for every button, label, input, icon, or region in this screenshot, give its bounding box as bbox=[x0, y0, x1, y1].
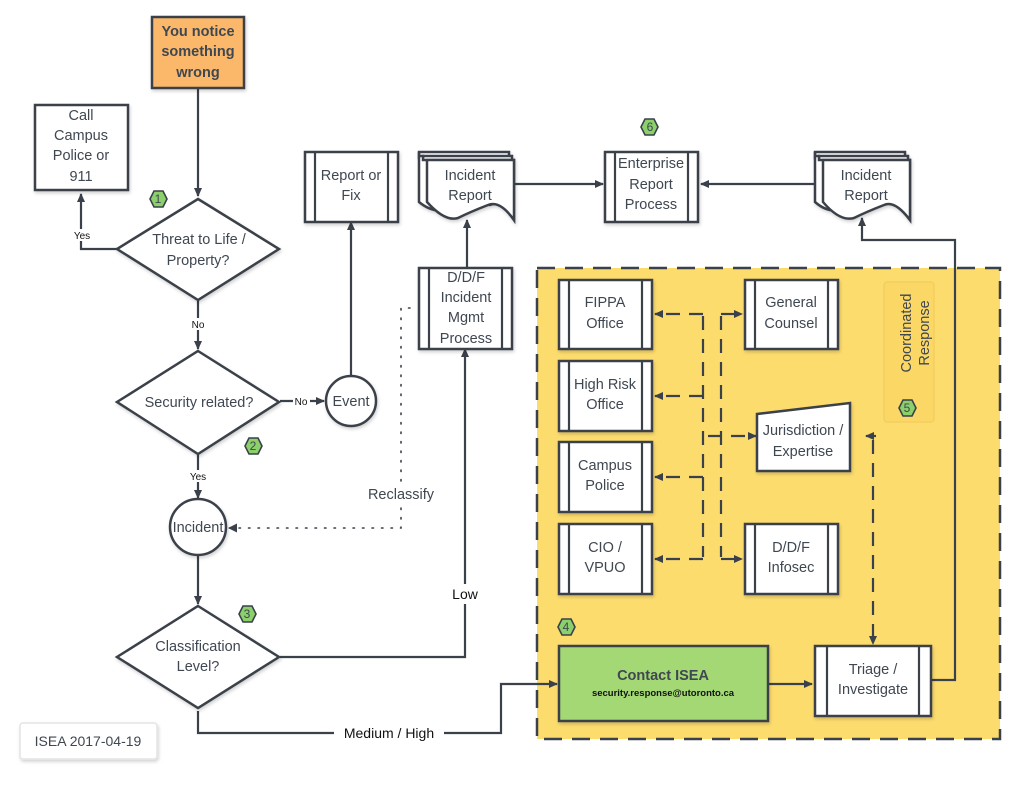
incident-text: Incident bbox=[173, 520, 224, 536]
campus-police-text-2: Police bbox=[585, 478, 625, 494]
incident-report-1-text-2: Report bbox=[448, 188, 492, 204]
start-text-2: something bbox=[161, 44, 234, 60]
contact-isea-title: Contact ISEA bbox=[617, 668, 709, 684]
call-police-text-4: 911 bbox=[69, 169, 92, 185]
report-fix-text-2: Fix bbox=[341, 188, 361, 204]
campus-police-text-1: Campus bbox=[578, 458, 632, 474]
general-counsel-text-1: General bbox=[765, 295, 817, 311]
enterprise-text-2: Report bbox=[629, 177, 673, 193]
call-police-text-2: Campus bbox=[54, 128, 108, 144]
step-badge-3: 3 bbox=[238, 605, 257, 623]
step-badge-1: 1 bbox=[149, 190, 168, 208]
high-risk-office-node[interactable] bbox=[557, 359, 654, 433]
svg-text:6: 6 bbox=[647, 120, 654, 134]
incident-report-2-node[interactable] bbox=[813, 150, 912, 224]
enterprise-text-1: Enterprise bbox=[618, 156, 684, 172]
contact-isea-email[interactable]: security.response@utoronto.ca bbox=[592, 688, 735, 699]
coordinated-response-label-1: Coordinated bbox=[899, 294, 915, 373]
ddf-infosec-text-2: Infosec bbox=[768, 560, 815, 576]
call-police-text-1: Call bbox=[69, 108, 94, 124]
general-counsel-node[interactable] bbox=[743, 278, 840, 351]
ddf-mgmt-text-4: Process bbox=[440, 331, 492, 347]
triage-node[interactable] bbox=[813, 644, 933, 718]
ddf-mgmt-text-1: D/D/F bbox=[447, 270, 485, 286]
fippa-text-2: Office bbox=[586, 316, 624, 332]
classification-text-2: Level? bbox=[177, 659, 220, 675]
jurisdiction-text-1: Jurisdiction / bbox=[763, 423, 845, 439]
svg-text:1: 1 bbox=[155, 192, 162, 206]
classification-decision[interactable] bbox=[114, 604, 282, 710]
triage-text-2: Investigate bbox=[838, 682, 908, 698]
threat-decision[interactable] bbox=[114, 197, 282, 302]
version-text: ISEA 2017-04-19 bbox=[35, 733, 142, 749]
incident-report-2-text-1: Incident bbox=[841, 168, 892, 184]
incident-report-1-node[interactable] bbox=[417, 150, 516, 224]
fippa-text-1: FIPPA bbox=[585, 295, 626, 311]
triage-text-1: Triage / bbox=[849, 662, 899, 678]
step-badge-2: 2 bbox=[244, 437, 263, 455]
step-badge-5: 5 bbox=[898, 399, 917, 417]
incident-report-1-text-1: Incident bbox=[445, 168, 496, 184]
security-text: Security related? bbox=[145, 395, 254, 411]
campus-police-node[interactable] bbox=[557, 440, 654, 514]
svg-text:2: 2 bbox=[250, 439, 257, 453]
label-yes-security: Yes bbox=[190, 472, 206, 483]
cio-vpuo-node[interactable] bbox=[557, 522, 654, 596]
threat-text-1: Threat to Life / bbox=[152, 232, 246, 248]
ddf-mgmt-text-3: Mgmt bbox=[448, 310, 484, 326]
svg-text:3: 3 bbox=[244, 607, 251, 621]
cio-text-1: CIO / bbox=[588, 540, 623, 556]
ddf-mgmt-text-2: Incident bbox=[441, 290, 492, 306]
step-badge-6: 6 bbox=[640, 118, 659, 136]
start-text-1: You notice bbox=[161, 24, 234, 40]
threat-text-2: Property? bbox=[167, 253, 230, 269]
reclassify-arrowhead bbox=[228, 523, 237, 533]
incident-report-2-text-2: Report bbox=[844, 188, 888, 204]
event-text: Event bbox=[332, 394, 369, 410]
label-yes-threat: Yes bbox=[74, 231, 90, 242]
label-reclassify: Reclassify bbox=[368, 487, 435, 503]
jurisdiction-text-2: Expertise bbox=[773, 444, 833, 460]
step-badge-4: 4 bbox=[557, 618, 576, 636]
fippa-office-node[interactable] bbox=[557, 278, 654, 351]
coordinated-response-label-2: Response bbox=[917, 300, 933, 365]
high-risk-text-2: Office bbox=[586, 397, 624, 413]
general-counsel-text-2: Counsel bbox=[764, 316, 817, 332]
svg-text:5: 5 bbox=[904, 401, 911, 415]
label-low: Low bbox=[452, 586, 479, 602]
report-fix-text-1: Report or bbox=[321, 168, 382, 184]
label-medium-high: Medium / High bbox=[344, 725, 434, 741]
ddf-infosec-text-1: D/D/F bbox=[772, 540, 810, 556]
report-fix-node[interactable] bbox=[303, 150, 400, 224]
cio-text-2: VPUO bbox=[584, 560, 625, 576]
call-police-text-3: Police or bbox=[53, 148, 110, 164]
enterprise-text-3: Process bbox=[625, 197, 677, 213]
start-text-3: wrong bbox=[175, 65, 220, 81]
label-no-threat: No bbox=[192, 320, 205, 331]
classification-text-1: Classification bbox=[155, 639, 240, 655]
ddf-infosec-node[interactable] bbox=[743, 522, 840, 596]
incident-response-flowchart: Coordinated Response You notice somethin… bbox=[19, 15, 1002, 760]
svg-text:4: 4 bbox=[563, 620, 570, 634]
high-risk-text-1: High Risk bbox=[574, 377, 637, 393]
label-no-security: No bbox=[295, 397, 308, 408]
